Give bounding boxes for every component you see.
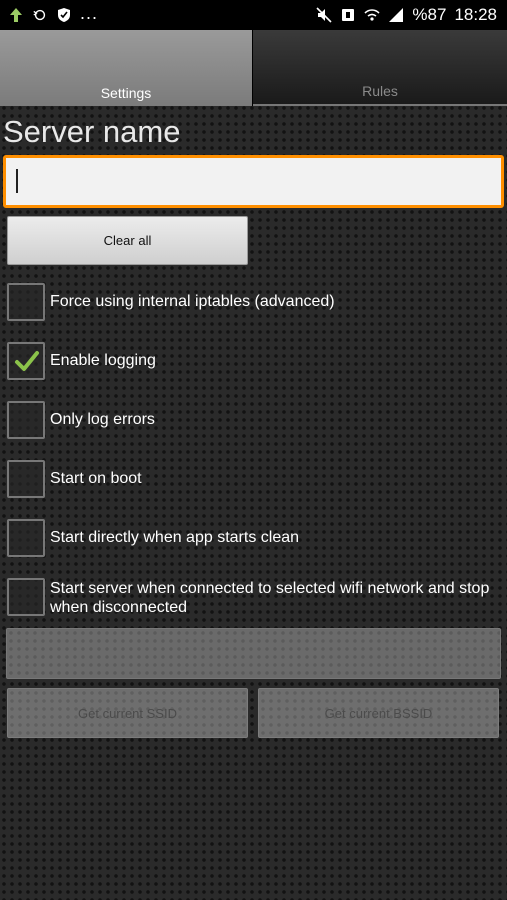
- option-force-iptables[interactable]: Force using internal iptables (advanced): [7, 283, 495, 321]
- status-bar-left: ...: [8, 3, 98, 24]
- clear-all-button[interactable]: Clear all: [7, 216, 248, 265]
- notification-overflow: ...: [80, 2, 99, 23]
- option-start-directly[interactable]: Start directly when app starts clean: [7, 519, 495, 557]
- shield-icon: [56, 7, 72, 23]
- checkbox[interactable]: [7, 283, 45, 321]
- battery-level: %87: [412, 5, 447, 24]
- tab-rules[interactable]: Rules: [253, 30, 507, 106]
- wifi-icon: [364, 7, 380, 23]
- clock: 18:28: [454, 5, 497, 24]
- nfc-icon: [340, 7, 356, 23]
- option-label: Enable logging: [50, 352, 156, 369]
- sync-icon: [32, 7, 48, 23]
- get-ssid-button[interactable]: Get current SSID: [7, 688, 248, 738]
- option-label: Start on boot: [50, 470, 142, 487]
- mute-icon: [316, 7, 332, 23]
- tab-settings-label: Settings: [100, 85, 152, 101]
- option-label: Only log errors: [50, 411, 155, 428]
- tab-settings[interactable]: Settings: [0, 30, 253, 106]
- option-label: Force using internal iptables (advanced): [50, 293, 335, 310]
- checkbox[interactable]: [7, 578, 45, 616]
- upload-arrow-icon: [8, 7, 24, 23]
- tab-rules-label: Rules: [362, 83, 398, 99]
- checkmark-icon: [15, 351, 39, 371]
- signal-icon: [388, 7, 404, 23]
- server-name-input[interactable]: [3, 155, 504, 208]
- option-label: Start server when connected to selected …: [50, 580, 490, 616]
- checkbox[interactable]: [7, 460, 45, 498]
- ssid-input[interactable]: [6, 628, 501, 679]
- option-enable-logging[interactable]: Enable logging: [7, 342, 495, 380]
- server-name-label: Server name: [3, 114, 181, 149]
- status-bar-right: %87 18:28: [316, 5, 497, 25]
- option-start-on-boot[interactable]: Start on boot: [7, 460, 495, 498]
- checkbox[interactable]: [7, 519, 45, 557]
- checkbox[interactable]: [7, 401, 45, 439]
- text-cursor: [16, 169, 18, 193]
- option-label: Start directly when app starts clean: [50, 529, 300, 546]
- status-bar: ... %87 18:28: [0, 0, 507, 30]
- option-start-on-wifi[interactable]: Start server when connected to selected …: [7, 578, 495, 617]
- checkbox-checked[interactable]: [7, 342, 45, 380]
- get-bssid-button[interactable]: Get current BSSID: [258, 688, 499, 738]
- option-only-log-errors[interactable]: Only log errors: [7, 401, 495, 439]
- tab-bar: Settings Rules: [0, 30, 507, 106]
